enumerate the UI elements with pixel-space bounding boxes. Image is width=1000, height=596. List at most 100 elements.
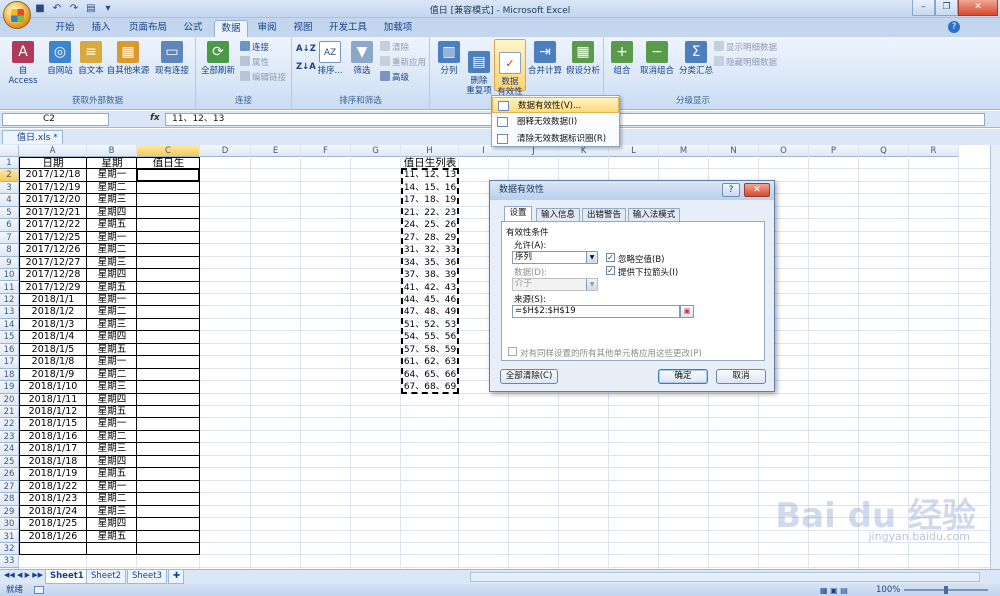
cell-b31[interactable]: 星期五 bbox=[87, 531, 137, 543]
cell-c4[interactable] bbox=[137, 194, 200, 206]
row-header-18[interactable]: 18 bbox=[0, 368, 19, 382]
cell-c6[interactable] bbox=[137, 219, 200, 231]
zoom-level[interactable]: 100% bbox=[876, 584, 900, 596]
hide-detail-button[interactable]: 隐藏明细数据 bbox=[714, 56, 777, 68]
row-header-20[interactable]: 20 bbox=[0, 393, 19, 406]
cell-b2[interactable]: 星期一 bbox=[87, 169, 137, 181]
row-header-29[interactable]: 29 bbox=[0, 505, 19, 519]
cell-c11[interactable] bbox=[137, 282, 200, 294]
cell-a7[interactable]: 2017/12/25 bbox=[19, 232, 87, 244]
column-header-f[interactable]: F bbox=[301, 145, 351, 157]
row-header-22[interactable]: 22 bbox=[0, 418, 19, 431]
workbook-tab[interactable]: 值日.xls * bbox=[2, 130, 63, 144]
tab-review[interactable]: 审阅 bbox=[252, 20, 282, 37]
restore-button[interactable]: ❐ bbox=[935, 0, 958, 16]
column-header-c[interactable]: C bbox=[137, 145, 200, 157]
cell-a14[interactable]: 2018/1/3 bbox=[19, 319, 87, 331]
subtotal-button[interactable]: Σ 分类汇总 bbox=[678, 41, 714, 76]
cell-h17[interactable]: 61、62、63 bbox=[401, 356, 459, 368]
sort-asc-button[interactable]: A↓Z bbox=[296, 43, 316, 55]
row-header-26[interactable]: 26 bbox=[0, 468, 19, 481]
row-header-30[interactable]: 30 bbox=[0, 518, 19, 531]
cell-a26[interactable]: 2018/1/19 bbox=[19, 468, 87, 480]
sheet-tab-1[interactable]: Sheet1 bbox=[45, 570, 89, 584]
cell-c5[interactable] bbox=[137, 207, 200, 219]
row-header-4[interactable]: 4 bbox=[0, 194, 19, 207]
cell-a17[interactable]: 2018/1/8 bbox=[19, 356, 87, 368]
cell-b30[interactable]: 星期四 bbox=[87, 518, 137, 530]
cell-c28[interactable] bbox=[137, 493, 200, 505]
cell-b11[interactable]: 星期五 bbox=[87, 282, 137, 294]
row-header-11[interactable]: 11 bbox=[0, 281, 19, 294]
cell-b26[interactable]: 星期五 bbox=[87, 468, 137, 480]
help-icon[interactable]: ? bbox=[948, 21, 960, 33]
column-header-d[interactable]: D bbox=[200, 145, 251, 157]
from-web-button[interactable]: ◎ 自网站 bbox=[44, 41, 76, 76]
cell-b14[interactable]: 星期三 bbox=[87, 319, 137, 331]
dialog-help-button[interactable]: ? bbox=[722, 183, 740, 197]
ignore-blank-checkbox[interactable]: ✓ bbox=[606, 253, 615, 262]
cell-h4[interactable]: 17、18、19 bbox=[401, 194, 459, 206]
cell-a25[interactable]: 2018/1/18 bbox=[19, 456, 87, 468]
row-header-21[interactable]: 21 bbox=[0, 406, 19, 419]
row-header-12[interactable]: 12 bbox=[0, 293, 19, 307]
column-header-p[interactable]: P bbox=[809, 145, 859, 157]
cell-b12[interactable]: 星期一 bbox=[87, 294, 137, 306]
cell-b5[interactable]: 星期四 bbox=[87, 207, 137, 219]
row-header-1[interactable]: 1 bbox=[0, 157, 19, 170]
cell-b1[interactable]: 星期 bbox=[87, 157, 137, 169]
cell-c8[interactable] bbox=[137, 244, 200, 256]
column-header-e[interactable]: E bbox=[251, 145, 301, 157]
cell-a11[interactable]: 2017/12/29 bbox=[19, 282, 87, 294]
cell-a18[interactable]: 2018/1/9 bbox=[19, 369, 87, 381]
show-detail-button[interactable]: 显示明细数据 bbox=[714, 41, 777, 53]
column-header-h[interactable]: H bbox=[401, 145, 459, 157]
column-header-a[interactable]: A bbox=[19, 145, 87, 157]
from-access-button[interactable]: A自 Access bbox=[4, 41, 42, 86]
allow-select[interactable]: 序列 ▼ bbox=[512, 251, 598, 264]
cell-c14[interactable] bbox=[137, 319, 200, 331]
properties-button[interactable]: 属性 bbox=[240, 56, 269, 68]
ok-button[interactable]: 确定 bbox=[658, 369, 708, 384]
cell-b15[interactable]: 星期四 bbox=[87, 331, 137, 343]
select-all-corner[interactable] bbox=[0, 145, 19, 157]
row-header-14[interactable]: 14 bbox=[0, 318, 19, 332]
tab-view[interactable]: 视图 bbox=[288, 20, 318, 37]
ungroup-button[interactable]: − 取消组合 bbox=[638, 41, 676, 76]
cell-b4[interactable]: 星期三 bbox=[87, 194, 137, 206]
sheet-nav-arrows-icon[interactable]: ◀◀ ◀ ▶ ▶▶ bbox=[4, 571, 43, 579]
cell-h15[interactable]: 54、55、56 bbox=[401, 331, 459, 343]
consolidate-button[interactable]: ⇥ 合并计算 bbox=[528, 41, 562, 76]
edit-links-button[interactable]: 编辑链接 bbox=[240, 71, 286, 83]
cell-c1[interactable]: 值日生 bbox=[137, 157, 200, 169]
cell-c19[interactable] bbox=[137, 381, 200, 393]
cell-c9[interactable] bbox=[137, 257, 200, 269]
cell-a23[interactable]: 2018/1/16 bbox=[19, 431, 87, 443]
cancel-button[interactable]: 取消 bbox=[716, 369, 766, 384]
cell-c13[interactable] bbox=[137, 306, 200, 318]
cell-c20[interactable] bbox=[137, 394, 200, 406]
cell-a24[interactable]: 2018/1/17 bbox=[19, 443, 87, 455]
cell-b27[interactable]: 星期一 bbox=[87, 481, 137, 493]
row-header-7[interactable]: 7 bbox=[0, 231, 19, 245]
row-header-25[interactable]: 25 bbox=[0, 455, 19, 469]
row-header-8[interactable]: 8 bbox=[0, 244, 19, 257]
column-header-b[interactable]: B bbox=[87, 145, 137, 157]
cell-b20[interactable]: 星期四 bbox=[87, 394, 137, 406]
cell-b22[interactable]: 星期一 bbox=[87, 418, 137, 430]
cell-a19[interactable]: 2018/1/10 bbox=[19, 381, 87, 393]
view-buttons-icon[interactable]: ▦ ▣ ▤ bbox=[820, 585, 848, 596]
close-button[interactable]: ✕ bbox=[958, 0, 998, 16]
cell-h18[interactable]: 64、65、66 bbox=[401, 369, 459, 381]
tab-data[interactable]: 数据 bbox=[214, 20, 248, 37]
cell-a10[interactable]: 2017/12/28 bbox=[19, 269, 87, 281]
horizontal-scrollbar[interactable] bbox=[470, 572, 980, 582]
cell-b23[interactable]: 星期二 bbox=[87, 431, 137, 443]
cell-c21[interactable] bbox=[137, 406, 200, 418]
cell-c2[interactable] bbox=[137, 169, 200, 181]
filter-button[interactable]: ▼ 筛选 bbox=[348, 41, 376, 76]
sort-desc-button[interactable]: Z↓A bbox=[296, 61, 316, 73]
cell-h14[interactable]: 51、52、53 bbox=[401, 319, 459, 331]
cell-h8[interactable]: 31、32、33 bbox=[401, 244, 459, 256]
cell-c16[interactable] bbox=[137, 344, 200, 356]
